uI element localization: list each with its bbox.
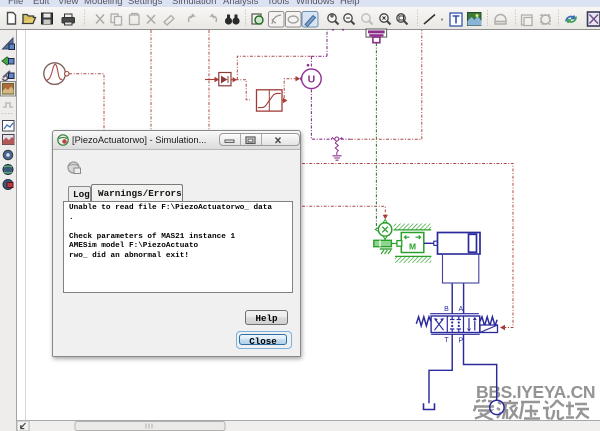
svg-text:T: T — [444, 337, 449, 344]
svg-text:B: B — [444, 306, 449, 313]
svg-text:M: M — [409, 242, 416, 252]
svg-text:P: P — [458, 338, 463, 345]
svg-text:A: A — [458, 306, 463, 313]
svg-text:U: U — [308, 74, 316, 86]
